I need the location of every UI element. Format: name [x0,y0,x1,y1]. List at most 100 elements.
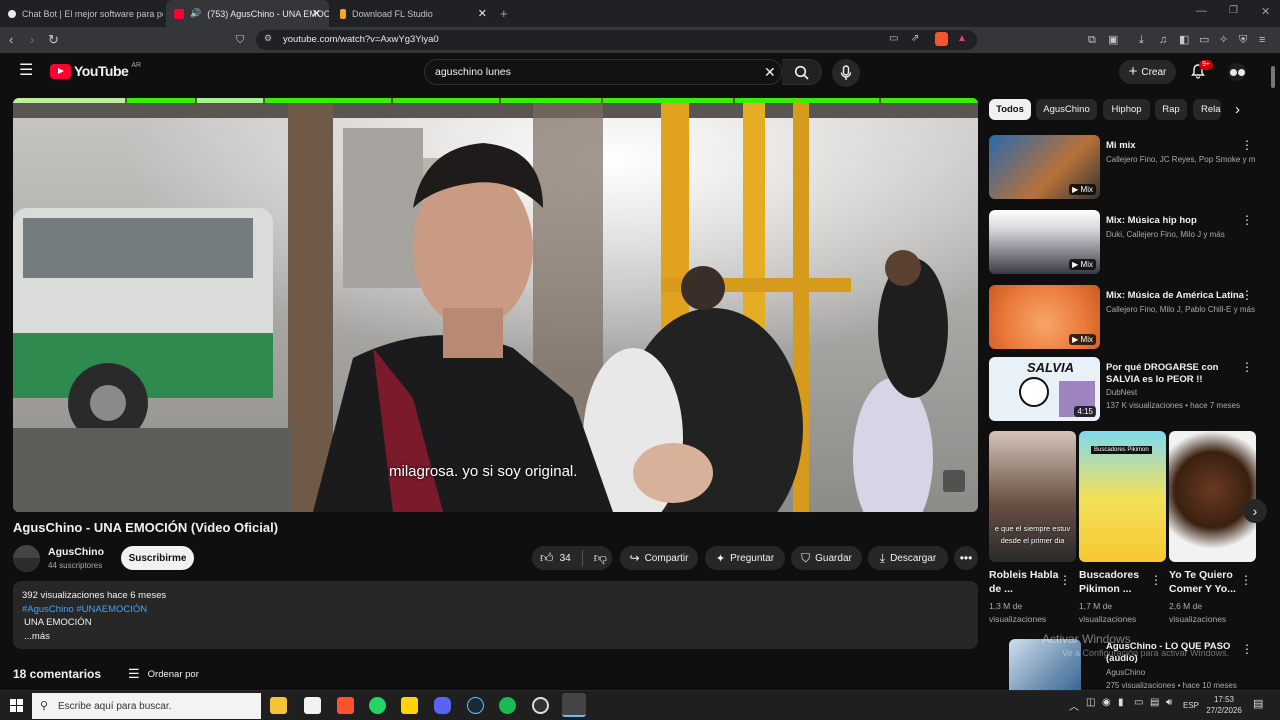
more-vertical-icon[interactable]: ⋮ [1241,289,1253,301]
music-icon[interactable]: ♫ [1159,33,1167,47]
speaker-icon[interactable]: 🔊 [190,8,201,19]
new-tab-icon[interactable]: + [500,6,508,21]
ask-button[interactable]: ✦ Preguntar [705,546,785,570]
brave-shields-icon[interactable] [935,32,948,46]
save-button[interactable]: ⛉ Guardar [791,546,862,570]
chip-rela[interactable]: Rela [1193,99,1221,120]
subscribe-button[interactable]: Suscribirme [121,546,194,570]
search-input[interactable]: aguschino lunes ✕ [424,59,782,85]
brave-rewards-icon[interactable]: ▲ [957,33,967,44]
share-page-icon[interactable]: ⇗ [911,33,919,44]
chevron-right-icon[interactable]: › [1235,101,1240,118]
page-scrollbar[interactable] [1271,66,1275,88]
more-vertical-icon[interactable]: ⋮ [1241,361,1253,373]
list-item[interactable]: SALVIA 4:15 Por qué DROGARSE con SALVIA … [989,357,1259,425]
list-item[interactable]: AgusChino - LO QUE PASO (audio) AgusChin… [989,639,1259,690]
close-window-icon[interactable]: ✕ [1261,5,1270,18]
download-icon[interactable]: ⤓ [1139,33,1144,47]
restore-icon[interactable]: ❐ [1229,5,1238,16]
tab-fl-studio[interactable]: Download FL Studio ✕ [332,0,495,27]
tray-mic-icon[interactable]: ▮ [1118,697,1124,708]
like-button[interactable]: 👍︎ 34 [540,550,571,566]
leo-ai-icon[interactable]: ✧ [1219,33,1228,47]
cast-icon[interactable]: ▭ [889,33,898,44]
discord-icon[interactable] [434,697,451,714]
sort-comments-button[interactable]: ☰ Ordenar por [128,666,199,682]
more-vertical-icon[interactable]: ⋮ [1059,573,1071,587]
download-button[interactable]: ⤓ Descargar [868,546,948,570]
close-tab-icon[interactable]: ✕ [478,7,487,20]
forward-icon[interactable]: › [30,33,34,47]
clear-search-icon[interactable]: ✕ [764,64,776,81]
list-item[interactable]: ▶︎ Mix Mix: Música hip hop Duki, Calleje… [989,210,1259,278]
list-item[interactable]: ▶︎ Mix Mix: Música de América Latina Cal… [989,285,1259,353]
short-thumbnail[interactable]: e que el siempre estuv desde el primer d… [989,431,1076,562]
notification-center-icon[interactable]: ▤ [1253,697,1263,710]
volume-icon[interactable]: 🔊︎ [1166,697,1172,708]
brave-browser-icon[interactable] [337,697,354,714]
screenshot-icon[interactable]: ▣ [1108,33,1118,47]
whatsapp-icon[interactable] [369,697,386,714]
channel-name[interactable]: AgusChino [48,546,104,558]
show-more-link[interactable]: ...más [22,630,969,644]
tray-display-icon[interactable]: ▤ [1150,697,1159,708]
search-button[interactable] [782,59,822,85]
vpn-icon[interactable]: ⛨ [1239,33,1247,47]
tray-chevron-icon[interactable]: ︿ [1069,698,1079,713]
chip-aguschino[interactable]: AgusChino [1036,99,1097,120]
back-icon[interactable]: ‹ [9,33,13,47]
notifications-button[interactable]: 9+ [1190,60,1213,81]
tray-meet-icon[interactable]: ◉ [1102,697,1111,708]
store-icon[interactable] [304,697,321,714]
voice-search-button[interactable] [832,59,860,87]
more-vertical-icon[interactable]: ⋮ [1150,573,1162,587]
shorts-next-button[interactable]: › [1243,499,1267,523]
bookmark-icon[interactable]: ⛉ [236,33,244,47]
taskbar-search-input[interactable]: ⚲ Escribe aquí para buscar. [32,693,261,719]
fl-studio-taskbar-icon[interactable] [562,693,586,717]
tray-app-icon[interactable]: ◫ [1086,697,1095,708]
spotify-icon[interactable] [499,697,516,714]
hamburger-menu-icon[interactable]: ☰ [19,63,33,79]
steam-icon[interactable] [467,697,484,714]
short-title[interactable]: Yo Te Quiero Comer Y Yo... [1169,568,1249,596]
reload-icon[interactable]: ↻ [48,33,59,47]
more-actions-button[interactable]: ••• [954,546,978,570]
create-button[interactable]: + Crear [1119,60,1176,84]
tray-usb-icon[interactable]: ▭ [1134,697,1143,708]
clock[interactable]: 17:53 27/2/2026 [1204,694,1244,716]
chip-hiphop[interactable]: Hiphop [1103,99,1150,120]
file-explorer-icon[interactable] [270,697,287,714]
more-vertical-icon[interactable]: ⋮ [1241,139,1253,151]
short-thumbnail[interactable] [1169,431,1256,562]
description-box[interactable]: 392 visualizaciones hace 6 meses #AgusCh… [13,581,978,649]
address-bar[interactable]: ⚙ youtube.com/watch?v=AxwYg3Yiya0 ▭ ⇗ ▲ [256,30,977,50]
sidebar-icon[interactable]: ◧ [1179,33,1189,47]
minimize-icon[interactable]: — [1196,5,1207,17]
tab-youtube[interactable]: 🔊 (753) AgusChino - UNA EMOC ✕ [166,0,329,27]
close-tab-icon[interactable]: ✕ [312,7,321,20]
hashtags[interactable]: #AgusChino #UNAEMOCIÓN [22,603,969,617]
short-thumbnail[interactable]: Buscadores Pikimon [1079,431,1166,562]
dislike-button[interactable]: 👎︎ [594,550,607,566]
list-item[interactable]: ▶︎ Mix Mi mix Callejero Fino, JC Reyes, … [989,135,1259,203]
player-control-icon[interactable] [943,470,965,492]
channel-avatar[interactable] [13,545,40,572]
avatar[interactable] [1228,63,1246,81]
app-z-icon[interactable] [401,697,418,714]
chip-todos[interactable]: Todos [989,99,1031,120]
short-title[interactable]: Robleis Habla de ... [989,568,1069,596]
tab-chatbot[interactable]: Chat Bot | El mejor software para pol [0,0,163,27]
url-text[interactable]: youtube.com/watch?v=AxwYg3Yiya0 [283,34,439,45]
obs-icon[interactable] [532,697,549,714]
more-vertical-icon[interactable]: ⋮ [1240,573,1252,587]
wallet-icon[interactable]: ▭ [1199,33,1209,47]
youtube-logo[interactable]: YouTube AR [50,62,141,79]
more-vertical-icon[interactable]: ⋮ [1241,214,1253,226]
extensions-icon[interactable]: ⧉ [1088,33,1096,47]
site-info-icon[interactable]: ⚙ [264,33,272,44]
more-vertical-icon[interactable]: ⋮ [1241,643,1253,655]
menu-icon[interactable]: ≡ [1259,33,1265,47]
language-indicator[interactable]: ESP [1183,701,1199,710]
windows-start-icon[interactable] [10,699,23,712]
